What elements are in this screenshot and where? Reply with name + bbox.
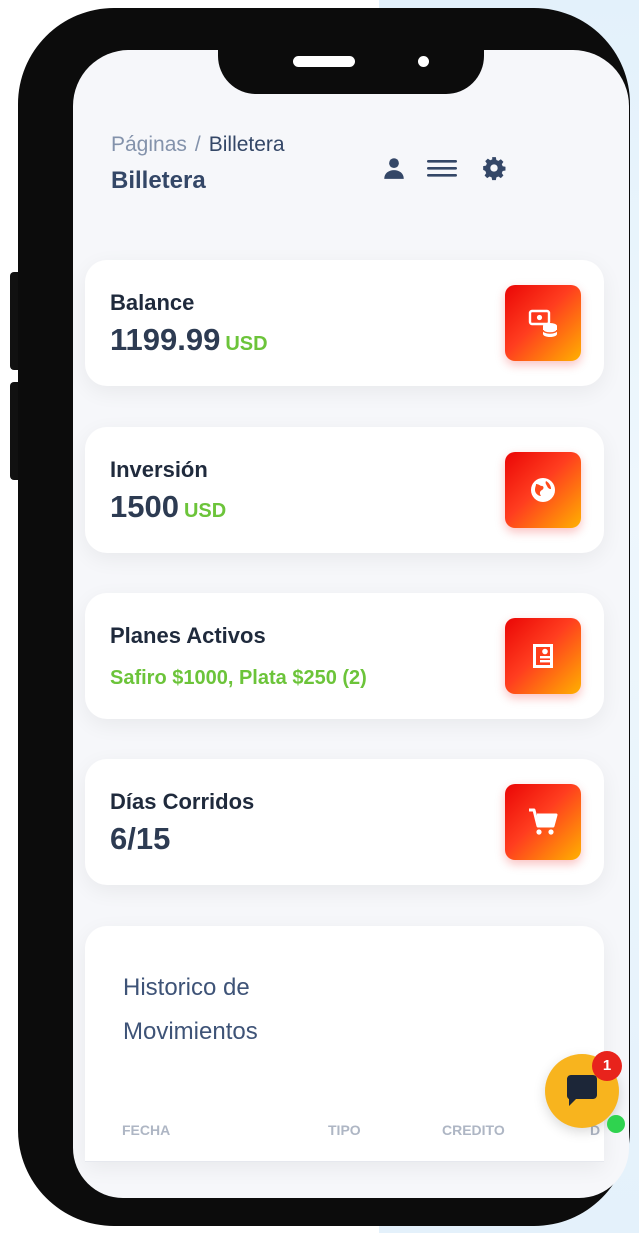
phone-frame: Páginas / Billetera Billetera Balance 1199… [18, 8, 630, 1226]
days-elapsed-value: 6/15 [110, 821, 171, 856]
column-header-type[interactable]: TIPO [328, 1122, 361, 1138]
user-icon[interactable] [381, 155, 407, 181]
balance-card: Balance 1199.99 USD [85, 260, 604, 386]
card-label: Planes Activos [110, 623, 266, 648]
currency-unit: USD [183, 500, 227, 522]
online-status-dot [607, 1115, 625, 1133]
currency-unit: USD [225, 333, 268, 355]
investment-value: 1500 USD [110, 489, 226, 525]
column-header-credit[interactable]: CREDITO [442, 1122, 505, 1138]
history-card: Historico de Movimientos FECHA TIPO CRED… [85, 926, 604, 1162]
active-plans-card: Planes Activos Safiro $1000, Plata $250 … [85, 593, 604, 719]
card-label: Días Corridos [110, 789, 255, 814]
cart-icon [505, 784, 581, 860]
history-title: Historico de Movimientos [123, 974, 258, 1045]
phone-speaker [293, 56, 355, 67]
card-label: Balance [110, 290, 195, 315]
breadcrumb-current: Billetera [208, 133, 285, 156]
breadcrumb: Páginas / Billetera [111, 133, 285, 157]
page-header: Páginas / Billetera Billetera [111, 133, 591, 203]
active-plans-value: Safiro $1000, Plata $250 (2) [110, 667, 367, 689]
investment-card: Inversión 1500 USD [85, 427, 604, 553]
world-icon [505, 452, 581, 528]
card-amount: 1199.99 [110, 322, 221, 357]
breadcrumb-root[interactable]: Páginas [111, 133, 187, 156]
money-coins-icon [505, 285, 581, 361]
menu-icon[interactable] [427, 155, 457, 181]
card-label: Inversión [110, 457, 208, 482]
notification-badge: 1 [592, 1051, 622, 1081]
phone-notch [218, 16, 484, 94]
card-amount: 1500 [110, 489, 179, 524]
column-header-date[interactable]: FECHA [122, 1122, 170, 1138]
breadcrumb-separator: / [194, 133, 201, 156]
phone-camera [418, 56, 429, 67]
days-elapsed-card: Días Corridos 6/15 [85, 759, 604, 885]
balance-value: 1199.99 USD [110, 322, 268, 358]
gear-icon[interactable] [481, 155, 507, 181]
book-icon [505, 618, 581, 694]
app-screen: Páginas / Billetera Billetera Balance 1199… [73, 50, 629, 1198]
page-title: Billetera [111, 167, 206, 194]
